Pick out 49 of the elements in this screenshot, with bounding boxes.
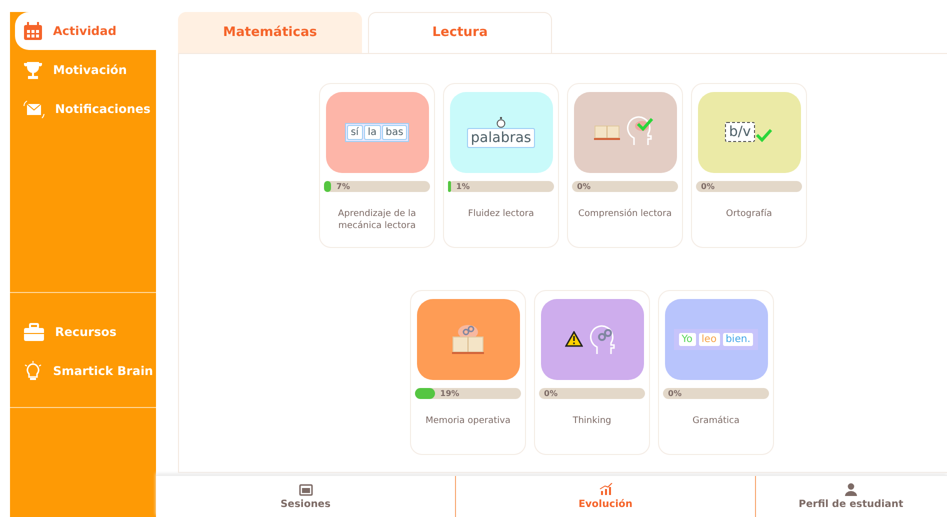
sentence-word: bien. [722, 332, 754, 346]
book-gears-icon [451, 323, 485, 356]
skill-title: Memoria operativa [424, 414, 512, 427]
checkmark-icon [754, 128, 773, 142]
book-icon [594, 124, 620, 140]
subject-tab[interactable]: Lectura [368, 12, 552, 53]
word-card: palabras [466, 128, 536, 148]
skill-title: Fluidez lectora [467, 208, 535, 220]
progress-percent: 0% [577, 180, 591, 192]
subject-tab[interactable]: Matemáticas [178, 12, 362, 53]
sidebar-item[interactable]: Actividad [15, 12, 156, 50]
progress-percent: 1% [456, 180, 470, 192]
briefcase-icon [23, 322, 45, 342]
stopwatch-icon [496, 116, 506, 128]
bottom-nav-item[interactable]: Sesiones [156, 476, 455, 517]
skill-card[interactable]: b/v 0% Ortografía [691, 82, 807, 248]
skill-title: Comprensión lectora [577, 208, 673, 220]
skill-card[interactable]: Yo leo bien. 0% Gramática [658, 290, 774, 455]
progress-percent: 0% [544, 388, 558, 399]
skill-card[interactable]: 19% Memoria operativa [410, 290, 526, 455]
syllable-word: bas [382, 124, 408, 140]
bottom-nav-item[interactable]: Evolución [455, 476, 755, 517]
bar-chart-icon [598, 483, 612, 496]
lightbulb-icon [23, 361, 43, 381]
sentence-word: leo [698, 332, 720, 346]
skill-title: Ortografía [725, 208, 773, 220]
bottom-nav-item[interactable]: Perfil de estudiant [755, 476, 946, 517]
progress-percent: 19% [440, 388, 460, 399]
skill-title: Thinking [572, 414, 612, 427]
spelling-word: b/v [725, 122, 755, 142]
skill-card[interactable]: 0% Thinking [534, 290, 650, 455]
skill-title: Gramática [692, 414, 740, 427]
syllable-word: sí [346, 124, 363, 140]
progress-percent: 7% [336, 180, 350, 192]
trophy-icon [23, 60, 43, 80]
skill-card[interactable]: 0% Comprensión lectora [567, 82, 683, 248]
sentence-word: Yo [678, 332, 696, 346]
skill-card[interactable]: sí la bas 7% Aprendizaje de la mecánica lectora [319, 82, 435, 248]
progress-percent: 0% [668, 388, 682, 399]
warning-icon [565, 331, 583, 348]
skill-title: Aprendizaje de la mecánica lectora [336, 208, 418, 232]
calendar-icon [298, 483, 312, 496]
skill-card[interactable]: palabras 1% Fluidez lectora [443, 82, 559, 248]
calendar-icon [23, 22, 43, 40]
user-icon [844, 483, 858, 496]
progress-percent: 0% [701, 180, 715, 192]
envelope-icon [23, 100, 45, 118]
checkmark-icon [636, 117, 654, 132]
syllable-word: la [364, 124, 381, 140]
